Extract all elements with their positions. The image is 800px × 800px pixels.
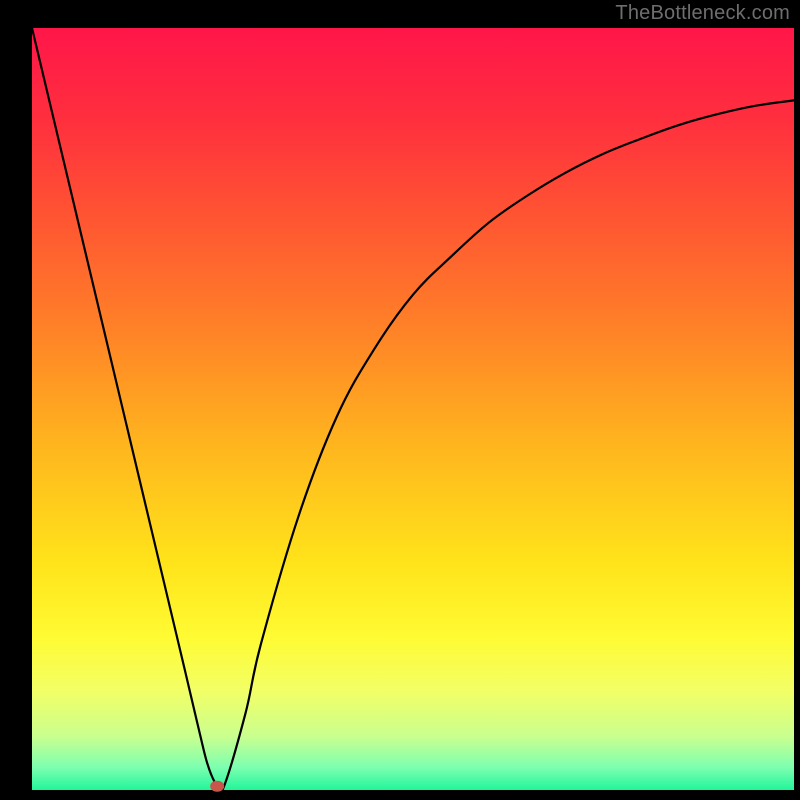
watermark-label: TheBottleneck.com <box>615 2 790 25</box>
chart-frame: TheBottleneck.com <box>0 0 800 800</box>
plot-background <box>32 28 794 790</box>
minimum-marker <box>210 781 224 792</box>
chart-svg <box>0 0 800 800</box>
